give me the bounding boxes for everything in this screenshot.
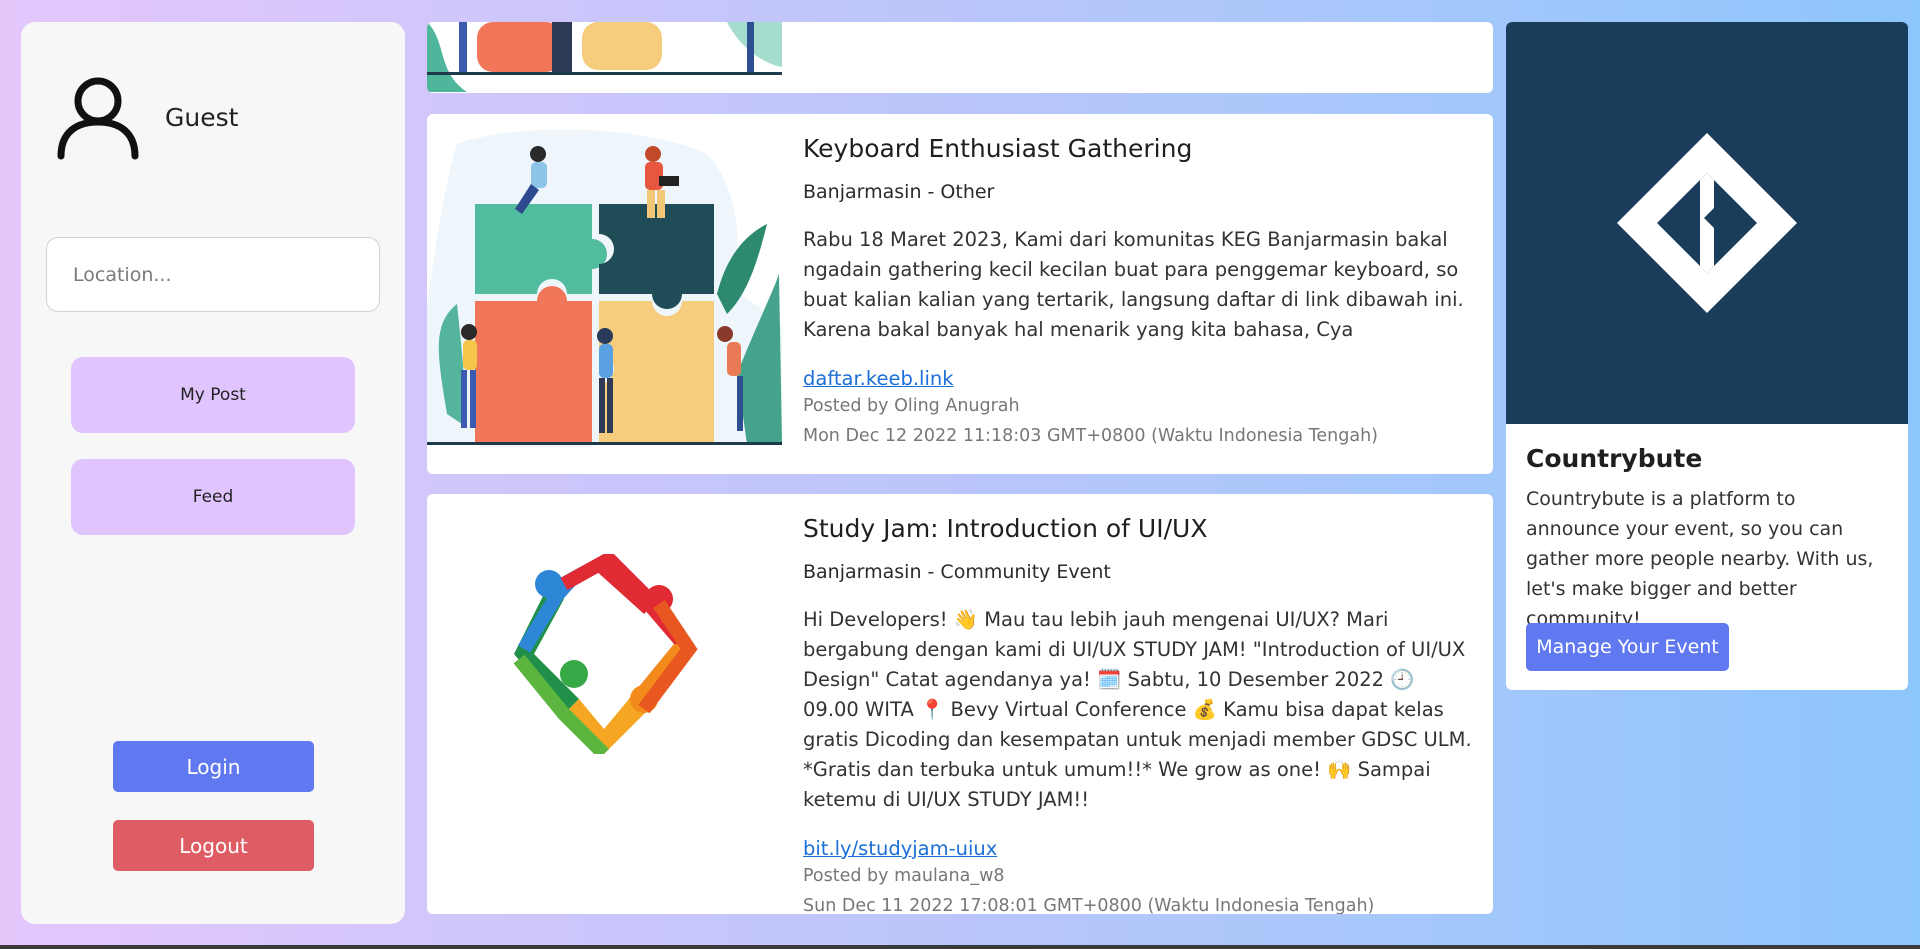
post-author: Posted by Oling Anugrah [803, 396, 1020, 416]
location-input[interactable] [46, 237, 380, 312]
post-timestamp: Mon Dec 12 2022 11:18:03 GMT+0800 (Waktu… [803, 426, 1378, 446]
username: Guest [165, 102, 239, 132]
manage-event-button[interactable]: Manage Your Event [1526, 623, 1729, 671]
post-card: Keyboard Enthusiast Gathering Banjarmasi… [427, 114, 1493, 474]
post-title: Keyboard Enthusiast Gathering [803, 134, 1193, 163]
post-title: Study Jam: Introduction of UI/UX [803, 514, 1208, 543]
post-description: Rabu 18 Maret 2023, Kami dari komunitas … [803, 228, 1464, 341]
brand-logo-area [1506, 22, 1908, 424]
post-description: Hi Developers! 👋 Mau tau lebih jauh meng… [803, 608, 1472, 811]
post-location-category: Banjarmasin - Other [803, 181, 995, 203]
post-link[interactable]: bit.ly/studyjam-uiux [803, 837, 997, 860]
feed-button[interactable]: Feed [71, 459, 355, 535]
post-author: Posted by maulana_w8 [803, 866, 1005, 886]
about-description: Countrybute is a platform to announce yo… [1526, 488, 1874, 630]
post-card-partial [427, 22, 1493, 93]
puzzle-illustration-partial [427, 22, 782, 93]
my-post-button[interactable]: My Post [71, 357, 355, 433]
post-timestamp: Sun Dec 11 2022 17:08:01 GMT+0800 (Waktu… [803, 896, 1375, 914]
post-link[interactable]: daftar.keeb.link [803, 367, 954, 390]
login-button[interactable]: Login [113, 741, 314, 792]
about-title: Countrybute [1526, 444, 1703, 473]
user-profile: Guest [55, 74, 238, 160]
about-card: Countrybute Countrybute is a platform to… [1506, 22, 1908, 690]
sidebar: Guest My Post Feed Login Logout [21, 22, 405, 924]
community-logo-illustration [513, 554, 698, 754]
post-location-category: Banjarmasin - Community Event [803, 561, 1111, 583]
bottom-divider [0, 945, 1920, 949]
countrybute-logo-icon [1617, 133, 1797, 313]
puzzle-illustration [427, 129, 782, 445]
user-avatar-icon [57, 77, 139, 160]
post-card: Study Jam: Introduction of UI/UX Banjarm… [427, 494, 1493, 914]
logout-button[interactable]: Logout [113, 820, 314, 871]
